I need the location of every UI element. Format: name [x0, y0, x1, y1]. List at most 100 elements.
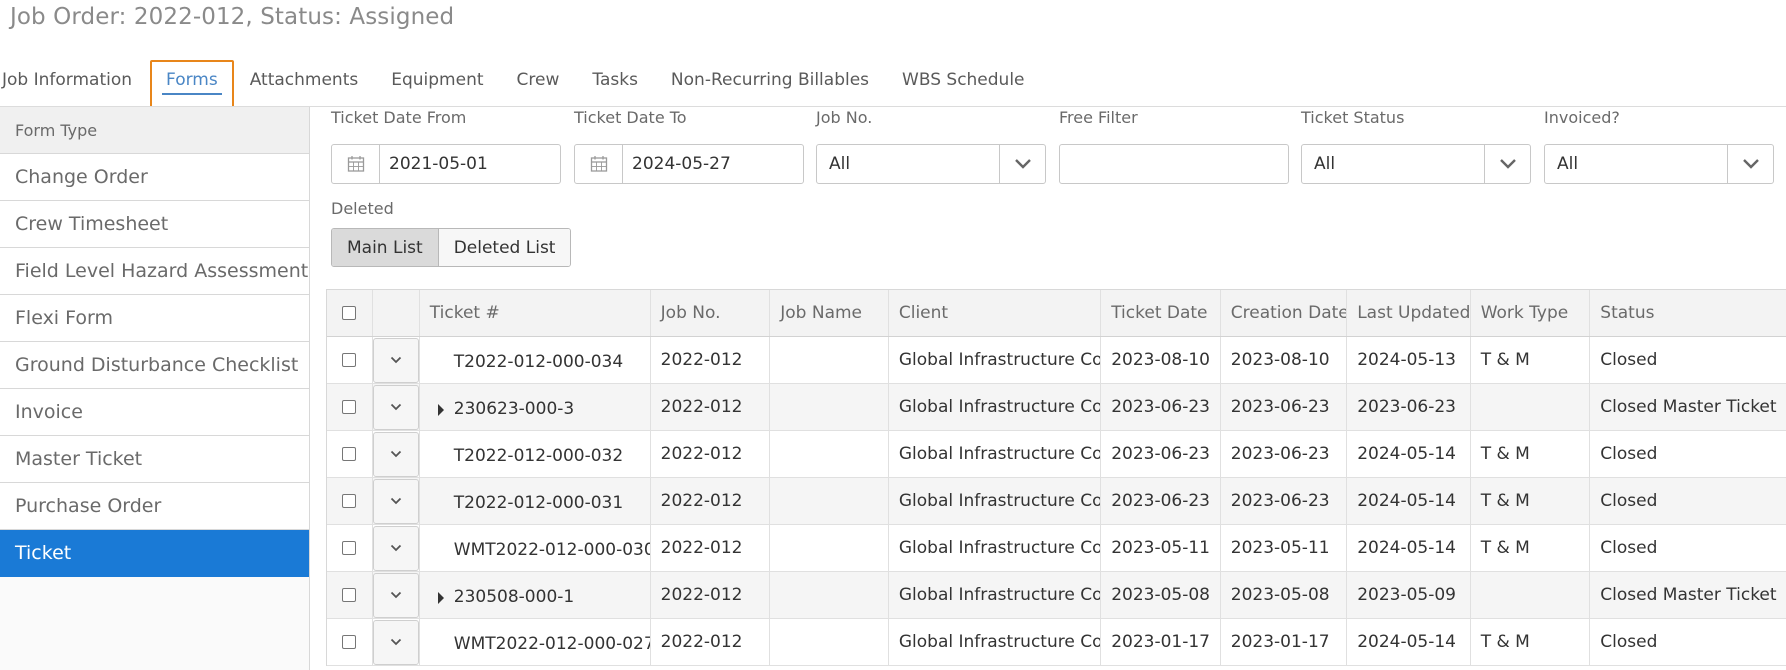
creation-date-cell: 2023-06-23: [1221, 384, 1348, 430]
filter-ticket-status: Ticket Status All: [1301, 108, 1531, 184]
sidebar-item-change-order[interactable]: Change Order: [0, 154, 309, 201]
tab-job-information[interactable]: Job Information: [2, 60, 132, 105]
ticket-date-to-input[interactable]: 2024-05-27: [574, 144, 804, 184]
status-cell: Closed: [1600, 444, 1658, 464]
select-all-cell: [327, 290, 373, 336]
sidebar-item-ticket[interactable]: Ticket: [0, 530, 309, 577]
chevron-down-icon[interactable]: [372, 384, 419, 430]
ticket-cell[interactable]: WMT2022-012-000-030: [420, 525, 651, 571]
chevron-down-icon[interactable]: [372, 431, 419, 477]
select-all-checkbox[interactable]: [342, 306, 357, 320]
chevron-down-icon[interactable]: [999, 145, 1045, 183]
caret-right-icon[interactable]: [437, 592, 444, 604]
table-row[interactable]: WMT2022-012-000-027 2022-012 Global Infr…: [327, 619, 1786, 666]
row-checkbox[interactable]: [342, 400, 357, 414]
grid-header-row: Ticket # Job No. Job Name Client Ticket …: [327, 290, 1786, 337]
tab-crew[interactable]: Crew: [517, 60, 560, 105]
column-header-client[interactable]: Client: [889, 290, 1102, 336]
chevron-down-icon[interactable]: [1727, 145, 1773, 183]
sidebar-item-ground-disturbance-checklist[interactable]: Ground Disturbance Checklist: [0, 342, 309, 389]
creation-date-cell: 2023-01-17: [1221, 619, 1348, 665]
ticket-cell[interactable]: T2022-012-000-032: [420, 431, 651, 477]
ticket-cell[interactable]: T2022-012-000-034: [420, 337, 651, 383]
chevron-down-icon[interactable]: [372, 337, 419, 383]
tab-wbs-schedule[interactable]: WBS Schedule: [902, 60, 1025, 105]
table-row[interactable]: T2022-012-000-034 2022-012 Global Infras…: [327, 337, 1786, 384]
invoiced-select[interactable]: All: [1544, 144, 1774, 184]
table-row[interactable]: WMT2022-012-000-030 2022-012 Global Infr…: [327, 525, 1786, 572]
ticket-cell[interactable]: WMT2022-012-000-027: [420, 619, 651, 665]
ticket-cell[interactable]: T2022-012-000-031: [420, 478, 651, 524]
work-type-cell: [1471, 384, 1591, 430]
row-checkbox[interactable]: [342, 588, 357, 602]
filter-job-no: Job No. All: [816, 108, 1046, 184]
row-checkbox[interactable]: [342, 447, 357, 461]
table-row[interactable]: 230623-000-3 2022-012 Global Infrastruct…: [327, 384, 1786, 431]
ticket-date-cell: 2023-06-23: [1101, 478, 1221, 524]
form-type-sidebar: Form Type Change Order Crew Timesheet Fi…: [0, 107, 310, 670]
calendar-icon[interactable]: [332, 145, 380, 183]
sidebar-item-field-level-hazard-assessment[interactable]: Field Level Hazard Assessment: [0, 248, 309, 295]
sidebar-item-flexi-form[interactable]: Flexi Form: [0, 295, 309, 342]
row-expand-cell: [372, 525, 420, 571]
ticket-status-select[interactable]: All: [1301, 144, 1531, 184]
main-list-button[interactable]: Main List: [332, 229, 439, 266]
client-cell: Global Infrastructure Co: [889, 384, 1102, 430]
tab-non-recurring-billables[interactable]: Non-Recurring Billables: [671, 60, 869, 105]
ticket-date-from-input[interactable]: 2021-05-01: [331, 144, 561, 184]
creation-date-cell: 2023-05-08: [1221, 572, 1348, 618]
free-filter-input[interactable]: [1059, 144, 1289, 184]
tab-equipment[interactable]: Equipment: [391, 60, 483, 105]
sidebar-item-invoice[interactable]: Invoice: [0, 389, 309, 436]
column-header-creation-date[interactable]: Creation Date: [1221, 290, 1348, 336]
row-checkbox[interactable]: [342, 353, 357, 367]
ticket-date-cell: 2023-08-10: [1101, 337, 1221, 383]
chevron-down-icon[interactable]: [372, 525, 419, 571]
ticket-number: WMT2022-012-000-030: [453, 540, 651, 560]
row-checkbox[interactable]: [342, 635, 357, 649]
job-no-select[interactable]: All: [816, 144, 1046, 184]
client-cell: Global Infrastructure Co: [889, 525, 1102, 571]
tab-attachments[interactable]: Attachments: [250, 60, 359, 105]
job-name-cell: [770, 572, 889, 618]
caret-right-icon[interactable]: [437, 404, 444, 416]
column-header-job-no[interactable]: Job No.: [651, 290, 771, 336]
row-checkbox[interactable]: [342, 494, 357, 508]
column-header-status[interactable]: Status: [1590, 290, 1786, 336]
job-name-cell: [770, 384, 889, 430]
column-header-ticket-date[interactable]: Ticket Date: [1101, 290, 1221, 336]
sidebar-item-master-ticket[interactable]: Master Ticket: [0, 436, 309, 483]
tab-forms[interactable]: Forms: [150, 60, 234, 112]
chevron-down-icon[interactable]: [372, 619, 419, 665]
deleted-list-button[interactable]: Deleted List: [438, 229, 571, 266]
column-header-last-updated[interactable]: Last Updated: [1347, 290, 1471, 336]
chevron-down-icon[interactable]: [372, 478, 419, 524]
row-expand-cell: [372, 431, 420, 477]
invoiced-value: All: [1557, 154, 1579, 174]
work-type-cell: T & M: [1471, 619, 1591, 665]
column-header-job-name[interactable]: Job Name: [770, 290, 889, 336]
chevron-down-icon[interactable]: [372, 572, 419, 618]
table-row[interactable]: 230508-000-1 2022-012 Global Infrastruct…: [327, 572, 1786, 619]
tab-tasks[interactable]: Tasks: [592, 60, 638, 105]
chevron-down-icon[interactable]: [1484, 145, 1530, 183]
calendar-icon[interactable]: [575, 145, 623, 183]
table-row[interactable]: T2022-012-000-031 2022-012 Global Infras…: [327, 478, 1786, 525]
column-header-work-type[interactable]: Work Type: [1471, 290, 1591, 336]
table-row[interactable]: T2022-012-000-032 2022-012 Global Infras…: [327, 431, 1786, 478]
job-no-cell: 2022-012: [651, 478, 771, 524]
job-name-cell: [770, 525, 889, 571]
job-no-cell: 2022-012: [651, 384, 771, 430]
sidebar-item-purchase-order[interactable]: Purchase Order: [0, 483, 309, 530]
filter-label: Free Filter: [1059, 108, 1138, 127]
sidebar-item-crew-timesheet[interactable]: Crew Timesheet: [0, 201, 309, 248]
ticket-cell[interactable]: 230508-000-1: [420, 572, 651, 618]
work-type-cell: T & M: [1471, 431, 1591, 477]
row-select-cell: [327, 525, 373, 571]
creation-date-cell: 2023-05-11: [1221, 525, 1348, 571]
deleted-label: Deleted: [331, 199, 394, 218]
row-expand-cell: [372, 337, 420, 383]
ticket-cell[interactable]: 230623-000-3: [420, 384, 651, 430]
row-checkbox[interactable]: [342, 541, 357, 555]
column-header-ticket[interactable]: Ticket #: [420, 290, 651, 336]
